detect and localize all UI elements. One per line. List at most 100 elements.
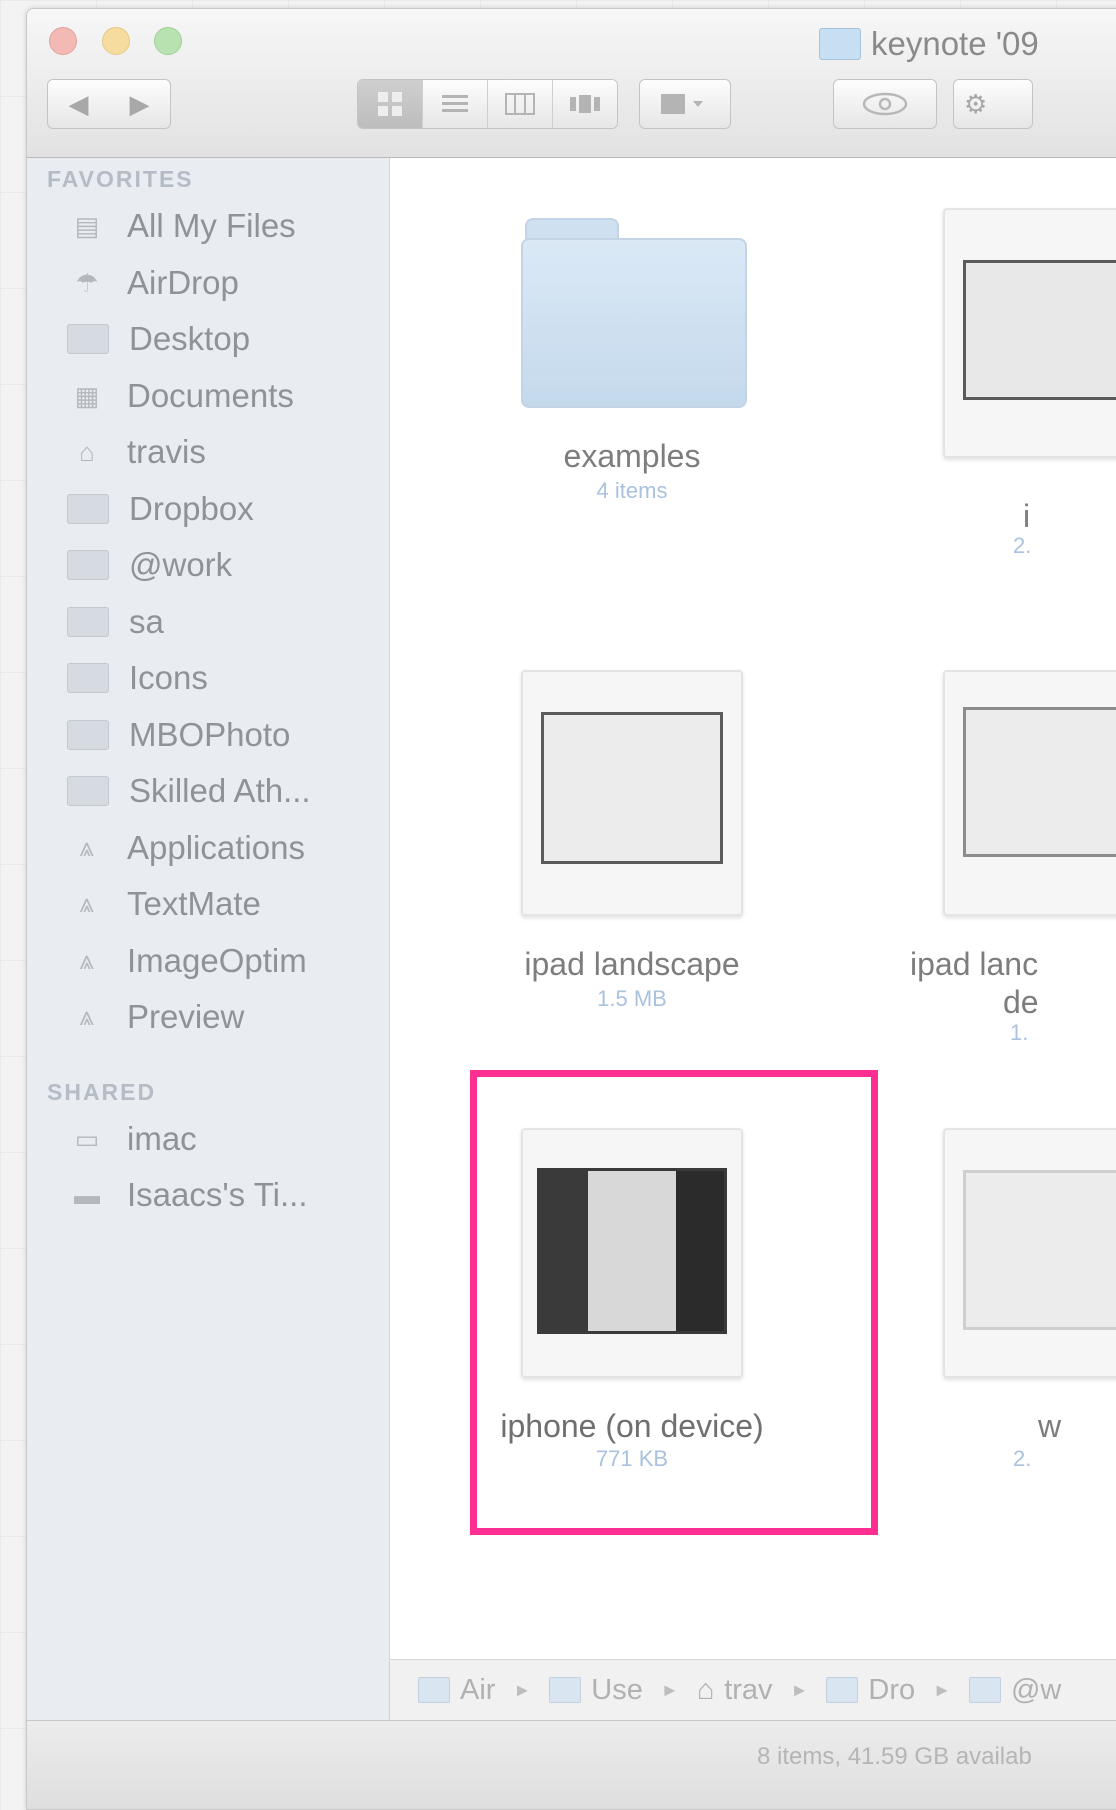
sidebar-item-imageoptim[interactable]: ⩓ ImageOptim (67, 933, 307, 989)
folder-icon (67, 720, 109, 750)
folder-icon (67, 776, 109, 806)
folder-icon (968, 1677, 1001, 1703)
file-info: 2. (1013, 533, 1032, 558)
applications-icon: ⩓ (79, 1001, 95, 1031)
path-item-label: Use (591, 1673, 643, 1706)
file-name: w (1038, 1408, 1062, 1444)
path-item-label: @w (1010, 1673, 1062, 1706)
back-button[interactable]: ◀ (48, 89, 109, 120)
slide-preview (963, 1170, 1116, 1330)
sidebar-item-label: Dropbox (129, 490, 254, 527)
sidebar-item-desktop[interactable]: Desktop (67, 311, 250, 367)
back-forward-control: ◀ ▶ (47, 79, 171, 129)
coverflow-view-button[interactable] (553, 80, 617, 128)
quicklook-button[interactable] (833, 79, 937, 129)
chevron-right-icon: ► (660, 1679, 679, 1700)
minimize-button[interactable] (102, 27, 130, 55)
file-item-keynote-6[interactable]: w 2. (943, 1128, 1116, 1471)
arrange-icon (661, 94, 703, 114)
action-button[interactable]: ⚙ (953, 79, 1033, 129)
sidebar-item-documents[interactable]: ▦ Documents (67, 368, 294, 424)
shared-heading: SHARED (47, 1079, 157, 1105)
file-info: 1. (1010, 1020, 1029, 1045)
folder-icon (67, 663, 109, 693)
path-item-air[interactable]: Air (418, 1674, 495, 1707)
sidebar-item-mbophoto[interactable]: MBOPhoto (67, 707, 290, 763)
sidebar-item-imac[interactable]: ▭ imac (67, 1111, 197, 1167)
sidebar-item-preview[interactable]: ⩓ Preview (67, 989, 245, 1045)
drive-icon (418, 1677, 450, 1703)
path-bar: Air ► Use ► ⌂ trav ► Dro ► @w (390, 1659, 1116, 1720)
status-bar: 8 items, 41.59 GB availab (27, 1720, 1116, 1809)
keynote-thumbnail (521, 670, 743, 916)
column-view-button[interactable] (488, 80, 553, 128)
sidebar-item-icons[interactable]: Icons (67, 650, 208, 706)
path-item-dropbox[interactable]: Dro (826, 1674, 915, 1707)
zoom-button[interactable] (154, 27, 182, 55)
sidebar-item-textmate[interactable]: ⩓ TextMate (67, 876, 261, 932)
folder-icon (67, 494, 109, 524)
window-title-text: keynote '09 (871, 25, 1039, 62)
file-name: ipad landscape (524, 946, 740, 982)
applications-icon: ⩓ (79, 888, 95, 918)
file-info: 4 items (596, 478, 668, 503)
chevron-right-icon: ► (513, 1679, 532, 1700)
eye-icon (862, 92, 908, 116)
close-button[interactable] (49, 27, 77, 55)
sidebar-item-isaacs-ti[interactable]: ▬ Isaacs's Ti... (67, 1167, 308, 1223)
sidebar-item-label: imac (127, 1120, 197, 1157)
airdrop-icon: ☂ (75, 267, 99, 298)
sidebar-item-skilled-ath[interactable]: Skilled Ath... (67, 763, 311, 819)
sidebar-item-airdrop[interactable]: ☂ AirDrop (67, 255, 239, 311)
gear-icon: ⚙ (964, 88, 988, 119)
file-info: 1.5 MB (597, 986, 667, 1011)
sidebar-item-all-my-files[interactable]: ▤ All My Files (67, 198, 296, 254)
keynote-thumbnail (943, 670, 1116, 916)
highlight-annotation (470, 1070, 878, 1535)
arrange-button[interactable] (639, 79, 731, 129)
folder-icon (826, 1677, 859, 1703)
sidebar-item-work[interactable]: @work (67, 537, 232, 593)
path-item-work[interactable]: @w (968, 1673, 1062, 1707)
keynote-thumbnail (943, 1128, 1116, 1378)
file-item-ipad-landscape-device[interactable]: ipad lanc de 1. (910, 670, 1116, 1045)
path-item-travis[interactable]: ⌂ trav (697, 1674, 773, 1707)
forward-button[interactable]: ▶ (109, 89, 170, 120)
chevron-right-icon: ► (790, 1679, 809, 1700)
display-icon: ▭ (74, 1123, 100, 1154)
folder-icon (67, 550, 109, 580)
view-mode-control (357, 79, 618, 129)
sidebar-item-applications[interactable]: ⩓ Applications (67, 820, 305, 876)
sidebar-item-label: sa (129, 603, 164, 640)
path-item-label: Dro (868, 1673, 916, 1706)
favorites-heading: FAVORITES (47, 166, 194, 192)
sidebar-item-label: Applications (127, 829, 305, 866)
sidebar-item-travis[interactable]: ⌂ travis (67, 424, 206, 480)
icon-view-button[interactable] (358, 80, 423, 128)
file-item-keynote-1[interactable]: i 2. (943, 208, 1116, 558)
applications-icon: ⩓ (79, 832, 95, 862)
sidebar-item-dropbox[interactable]: Dropbox (67, 481, 254, 537)
folder-icon (67, 607, 109, 637)
file-info: 2. (1013, 1446, 1032, 1471)
sidebar-item-label: All My Files (127, 207, 296, 244)
all-files-icon: ▤ (74, 210, 100, 241)
sidebar-item-label: ImageOptim (127, 942, 307, 979)
file-item-examples[interactable]: examples 4 items (477, 208, 787, 508)
chevron-right-icon: ► (933, 1679, 951, 1700)
file-item-ipad-landscape[interactable]: ipad landscape 1.5 MB (477, 670, 787, 1011)
folder-icon (819, 28, 861, 60)
path-item-users[interactable]: Use (549, 1674, 643, 1707)
desktop-icon (67, 324, 109, 354)
home-icon: ⌂ (696, 1673, 715, 1706)
finder-window: keynote '09 ◀ ▶ ⚙ FAVORITES ▤ All My Fil… (26, 8, 1116, 1810)
list-icon (442, 95, 468, 112)
applications-icon: ⩓ (79, 945, 95, 975)
sidebar: FAVORITES ▤ All My Files ☂ AirDrop Desktop… (27, 158, 390, 1809)
file-name: examples (563, 438, 701, 474)
keynote-thumbnail (943, 208, 1116, 458)
coverflow-icon (570, 95, 600, 113)
file-grid: examples 4 items i 2. ipad landscape 1.5… (390, 158, 1116, 1809)
list-view-button[interactable] (423, 80, 488, 128)
sidebar-item-sa[interactable]: sa (67, 594, 164, 650)
